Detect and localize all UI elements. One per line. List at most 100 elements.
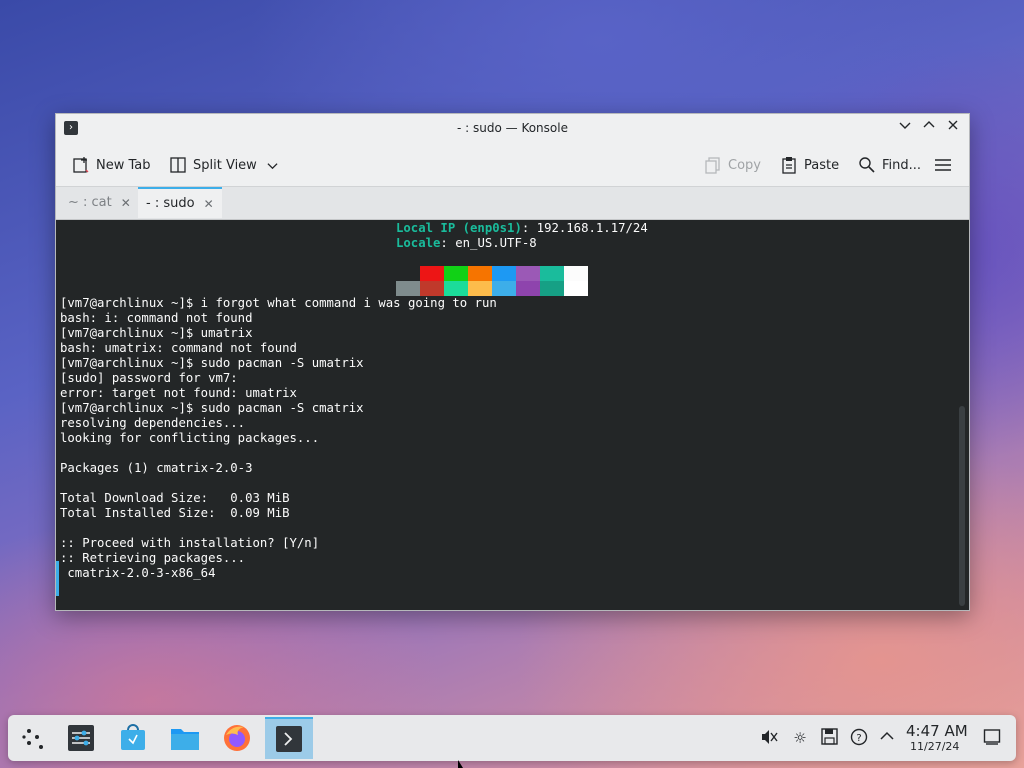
tab-cat[interactable]: ~ : cat ✕	[60, 187, 139, 218]
mouse-cursor	[458, 760, 463, 768]
file-manager-button[interactable]	[161, 717, 209, 759]
color-swatch	[420, 266, 444, 281]
find-button[interactable]: Find...	[858, 154, 921, 176]
split-view-label: Split View	[193, 157, 257, 173]
terminal-line: [vm7@archlinux ~]$ sudo pacman -S cmatri…	[60, 401, 364, 415]
terminal-line: [sudo] password for vm7:	[60, 371, 238, 385]
konsole-taskbar-button[interactable]	[265, 717, 313, 759]
save-icon[interactable]	[819, 728, 839, 748]
terminal-output[interactable]: Local IP (enp0s1): 192.168.1.17/24 Local…	[56, 220, 969, 610]
color-swatch	[468, 266, 492, 281]
konsole-icon	[276, 726, 302, 752]
color-swatch	[444, 281, 468, 296]
color-swatch	[492, 266, 516, 281]
paste-icon	[780, 156, 798, 174]
title-bar[interactable]: › - : sudo — Konsole	[56, 114, 969, 142]
color-swatch	[540, 266, 564, 281]
search-icon	[858, 156, 876, 174]
copy-label: Copy	[728, 157, 761, 173]
terminal-line: resolving dependencies...	[60, 416, 246, 430]
show-desktop-icon	[983, 729, 1001, 745]
info-value: : 192.168.1.17/24	[521, 221, 648, 235]
info-line: Local IP (enp0s1): 192.168.1.17/24	[396, 221, 648, 236]
terminal-line: cmatrix-2.0-3-x86_64	[60, 566, 216, 580]
terminal-line: [vm7@archlinux ~]$ i forgot what command…	[60, 296, 497, 310]
tab-bar: ~ : cat ✕ - : sudo ✕	[56, 186, 969, 220]
tab-label: ~ : cat	[68, 195, 112, 210]
clock-date[interactable]: 11/27/24	[910, 740, 959, 753]
info-key: Local IP (enp0s1)	[396, 221, 522, 235]
new-tab-icon	[72, 156, 90, 174]
terminal-line: error: target not found: umatrix	[60, 386, 297, 400]
close-icon[interactable]: ✕	[204, 197, 214, 211]
info-value: : en_US.UTF-8	[440, 236, 537, 250]
terminal-line: [vm7@archlinux ~]$ sudo pacman -S umatri…	[60, 356, 364, 370]
copy-button[interactable]: Copy	[704, 154, 761, 176]
color-swatch	[516, 281, 540, 296]
toolbar: New Tab Split View Copy Paste Find...	[56, 142, 969, 186]
discover-store-button[interactable]	[109, 717, 157, 759]
clock-time[interactable]: 4:47 AM	[906, 722, 968, 740]
color-swatch	[396, 266, 420, 281]
color-swatch	[540, 281, 564, 296]
close-button[interactable]	[944, 119, 962, 137]
color-swatch	[492, 281, 516, 296]
terminal-line: looking for conflicting packages...	[60, 431, 320, 445]
chevron-up-icon[interactable]	[877, 728, 897, 748]
file-manager-icon	[171, 729, 199, 750]
chevron-up-icon	[923, 121, 935, 128]
show-desktop-button[interactable]	[982, 728, 1002, 748]
scrollbar[interactable]	[959, 406, 965, 606]
find-label: Find...	[882, 157, 922, 173]
firefox-button[interactable]	[213, 717, 261, 759]
tab-label: - : sudo	[146, 196, 195, 211]
terminal-line: [vm7@archlinux ~]$ umatrix	[60, 326, 253, 340]
window-title: - : sudo — Konsole	[457, 121, 568, 135]
color-swatch	[564, 266, 588, 281]
konsole-window: › - : sudo — Konsole New Tab Split View	[55, 113, 970, 611]
system-settings-icon	[68, 725, 94, 751]
taskbar: ☼ ? 4:47 AM 11/27/24	[8, 715, 1016, 761]
minimize-button[interactable]	[896, 119, 914, 137]
terminal-line: Total Installed Size: 0.09 MiB	[60, 506, 290, 520]
info-key: Locale	[396, 236, 441, 250]
brightness-icon[interactable]: ☼	[790, 728, 810, 748]
color-swatch	[468, 281, 492, 296]
system-settings-button[interactable]	[57, 717, 105, 759]
color-swatch	[564, 281, 588, 296]
paste-label: Paste	[804, 157, 840, 173]
app-launcher-icon	[22, 729, 43, 749]
close-icon	[948, 120, 958, 130]
discover-store-icon	[121, 724, 145, 750]
terminal-line: Packages (1) cmatrix-2.0-3	[60, 461, 253, 475]
maximize-button[interactable]	[920, 119, 938, 137]
terminal-line: bash: i: command not found	[60, 311, 253, 325]
terminal-line: bash: umatrix: command not found	[60, 341, 297, 355]
terminal-line: :: Retrieving packages...	[60, 551, 246, 565]
split-view-button[interactable]: Split View	[169, 154, 278, 176]
new-tab-label: New Tab	[96, 157, 151, 173]
color-swatch	[444, 266, 468, 281]
info-line: Locale: en_US.UTF-8	[396, 236, 537, 251]
volume-muted-icon[interactable]	[759, 728, 779, 748]
chevron-down-icon[interactable]	[267, 160, 278, 171]
close-icon[interactable]: ✕	[121, 196, 131, 210]
color-swatch	[516, 266, 540, 281]
chevron-down-icon	[899, 122, 911, 129]
new-tab-button[interactable]: New Tab	[72, 154, 151, 176]
color-swatch	[420, 281, 444, 296]
svg-text:?: ?	[856, 733, 861, 744]
hamburger-menu-icon	[935, 159, 951, 171]
tab-sudo[interactable]: - : sudo ✕	[138, 187, 222, 218]
color-swatch	[396, 281, 420, 296]
split-view-icon	[169, 156, 187, 174]
app-launcher-button[interactable]	[10, 717, 58, 759]
paste-button[interactable]: Paste	[780, 154, 839, 176]
terminal-line: :: Proceed with installation? [Y/n]	[60, 536, 320, 550]
firefox-icon	[224, 725, 250, 751]
terminal-line: Total Download Size: 0.03 MiB	[60, 491, 290, 505]
copy-icon	[704, 156, 722, 174]
help-icon[interactable]: ?	[849, 728, 869, 748]
hamburger-menu-button[interactable]	[934, 154, 952, 176]
scroll-marker	[56, 561, 59, 596]
